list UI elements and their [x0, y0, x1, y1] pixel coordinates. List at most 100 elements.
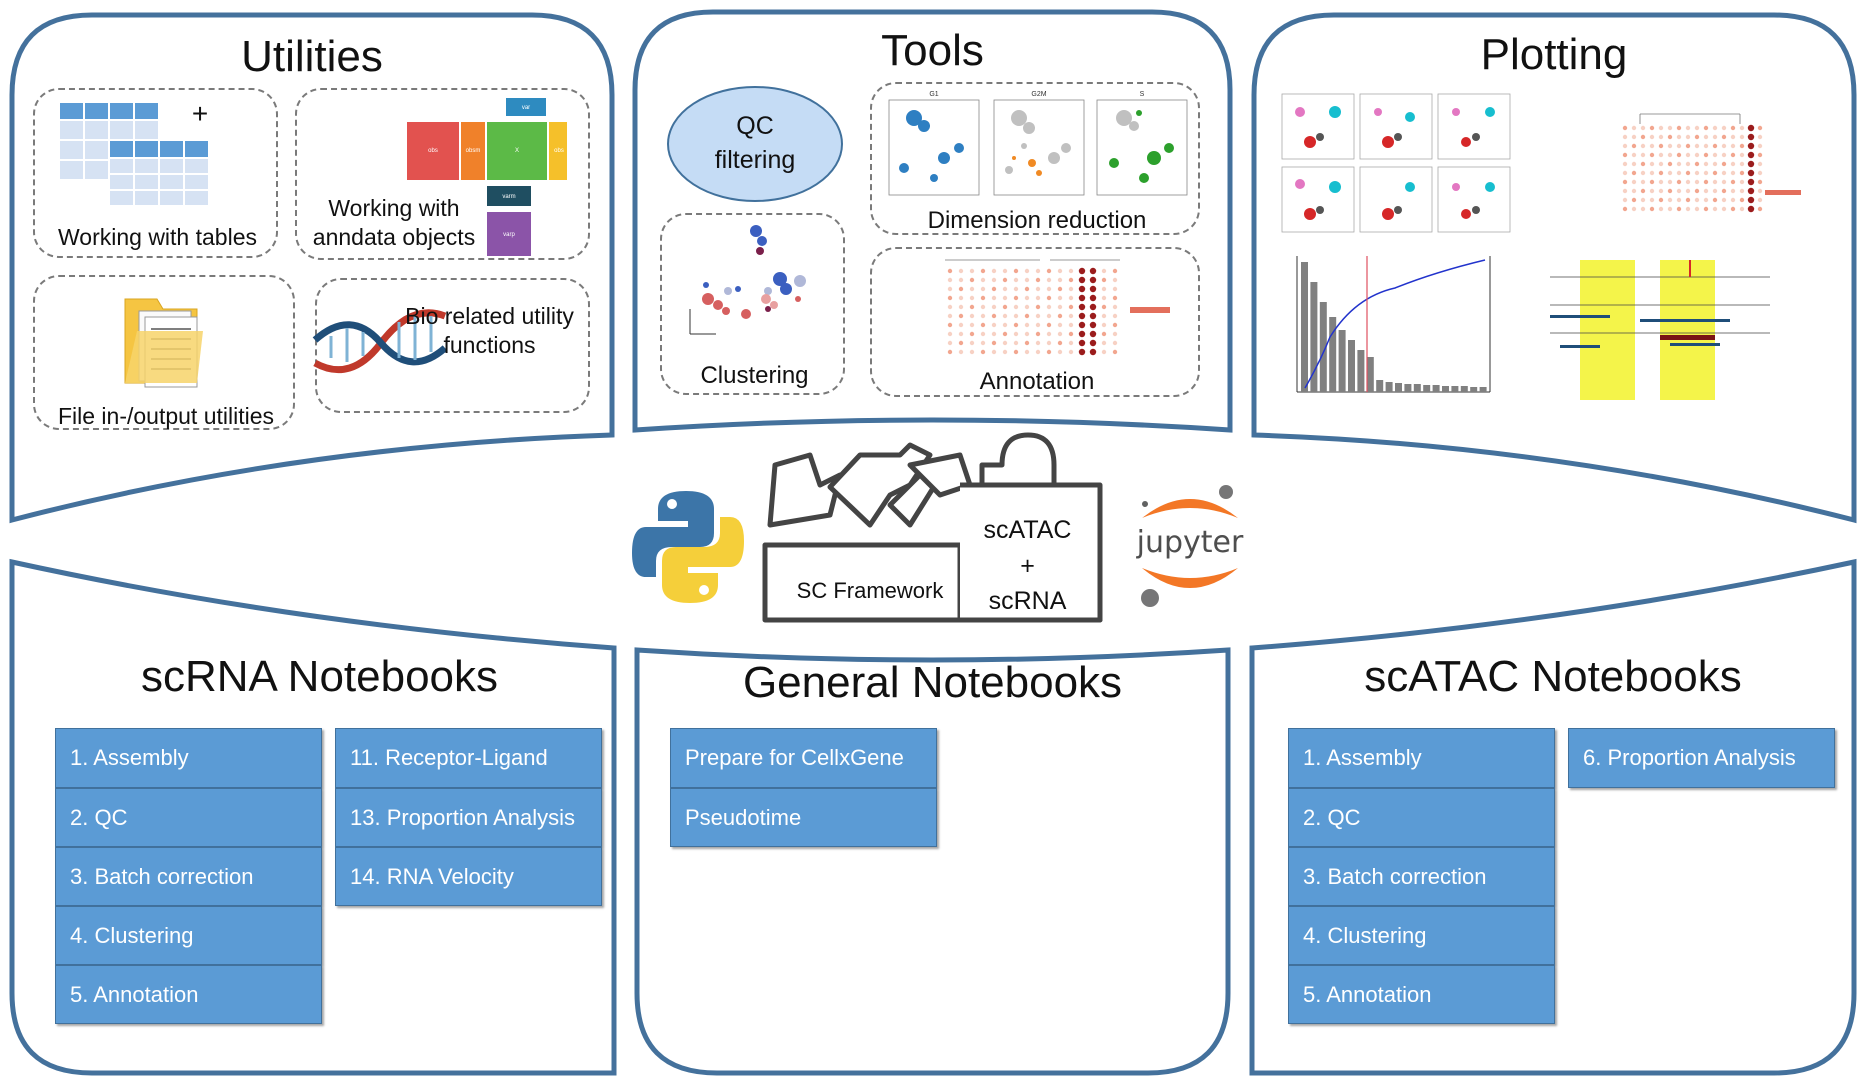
utility-tables-box[interactable]: + Working with tables	[33, 88, 278, 258]
dotplot-dot	[1649, 179, 1655, 185]
block-obsm: obsm	[466, 148, 481, 154]
dotplot-dot	[947, 313, 953, 319]
dotplot-dot	[1676, 125, 1682, 131]
tool-annotation-box[interactable]: Annotation	[870, 247, 1200, 397]
scrna-notebook-13[interactable]: 13. Proportion Analysis	[335, 788, 602, 847]
dotplot-dot	[1078, 330, 1086, 338]
dotplot-dot	[1649, 161, 1655, 167]
dotplot-dot	[1631, 134, 1637, 140]
utility-bio-label: Bio related utility functions	[405, 303, 574, 358]
dotplot-dot	[1112, 268, 1118, 274]
panel-label-g1: G1	[929, 91, 938, 98]
tool-dimension-reduction-box[interactable]: G1 G2M S Dimension reduction	[870, 82, 1200, 235]
dotplot-dot	[1757, 170, 1763, 176]
dotplot-dot	[1694, 179, 1700, 185]
dotplot-dot	[1078, 339, 1086, 347]
dotplot-dot	[1035, 340, 1041, 346]
dotplot-dot	[1112, 349, 1118, 355]
dotplot-dot	[1757, 197, 1763, 203]
scrna-notebook-4[interactable]: 4. Clustering	[55, 906, 322, 965]
dotplot-dot	[1631, 161, 1637, 167]
dotplot-dot	[980, 322, 986, 328]
general-notebook-pseudotime[interactable]: Pseudotime	[670, 788, 937, 847]
dotplot-dot	[1747, 151, 1755, 159]
scrna-notebook-11[interactable]: 11. Receptor-Ligand	[335, 728, 602, 788]
dotplot-dot	[1078, 303, 1086, 311]
scrna-notebook-14[interactable]: 14. RNA Velocity	[335, 847, 602, 906]
dotplot-dot	[1101, 286, 1107, 292]
variance-bar	[1301, 262, 1308, 392]
scatac-notebook-6[interactable]: 6. Proportion Analysis	[1568, 728, 1835, 788]
dotplot-dot	[1631, 179, 1637, 185]
tools-title: Tools	[881, 26, 984, 75]
dotplot-dot	[1068, 313, 1074, 319]
dotplot-dot	[1694, 143, 1700, 149]
dotplot-dot	[1057, 286, 1063, 292]
plotting-umap-grid	[1281, 93, 1511, 233]
scatac-notebook-5[interactable]: 5. Annotation	[1288, 965, 1555, 1024]
dotplot-dot	[1712, 170, 1718, 176]
scatac-notebook-4[interactable]: 4. Clustering	[1288, 906, 1555, 965]
scatac-notebook-3[interactable]: 3. Batch correction	[1288, 847, 1555, 906]
dotplot-dot	[1730, 134, 1736, 140]
dotplot-dot	[1013, 331, 1019, 337]
dotplot-dot	[958, 286, 964, 292]
dotplot-dot	[1068, 322, 1074, 328]
dotplot-dot	[1057, 349, 1063, 355]
dotplot-dot	[991, 295, 997, 301]
dotplot-dot	[1024, 304, 1030, 310]
dotplot-dot	[1046, 340, 1052, 346]
dotplot-dot	[1078, 348, 1086, 356]
plotting-dotplot	[1622, 113, 1801, 213]
tool-clustering-label: Clustering	[700, 362, 809, 389]
scatac-notebook-1[interactable]: 1. Assembly	[1288, 728, 1555, 788]
scrna-notebook-1[interactable]: 1. Assembly	[55, 728, 322, 788]
dotplot-dot	[1046, 349, 1052, 355]
utility-bio-box[interactable]: Bio related utility functions	[312, 278, 590, 413]
dotplot-dot	[1035, 295, 1041, 301]
scatac-notebook-2[interactable]: 2. QC	[1288, 788, 1555, 847]
dotplot-dot	[1640, 134, 1646, 140]
dotplot-dot	[1046, 313, 1052, 319]
scrna-notebook-2[interactable]: 2. QC	[55, 788, 322, 847]
dotplot-dot	[1703, 134, 1709, 140]
dotplot-dot	[1739, 143, 1745, 149]
variance-bar	[1451, 386, 1459, 392]
dotplot-dot	[1013, 304, 1019, 310]
dotplot-dot	[1712, 161, 1718, 167]
dotplot-dot	[1089, 321, 1097, 329]
dotplot-dot	[1649, 188, 1655, 194]
scrna-notebook-3[interactable]: 3. Batch correction	[55, 847, 322, 906]
dotplot-dot	[1640, 179, 1646, 185]
variance-bar	[1357, 350, 1365, 392]
dotplot-dot	[980, 340, 986, 346]
scatac-title: scATAC Notebooks	[1364, 652, 1742, 701]
jupyter-logo-icon: jupyter	[1136, 485, 1244, 607]
dotplot-dot	[1658, 197, 1664, 203]
utility-anndata-label: Working with anndata objects	[312, 195, 476, 250]
tool-clustering-box[interactable]: Clustering	[660, 213, 845, 395]
general-notebook-cellxgene[interactable]: Prepare for CellxGene	[670, 728, 937, 788]
dotplot-dot	[1640, 206, 1646, 212]
dotplot-dot	[1013, 295, 1019, 301]
dotplot-dot	[1622, 125, 1628, 131]
dotplot-dot	[1622, 152, 1628, 158]
utility-file-io-box[interactable]: File in-/output utilities	[33, 275, 295, 430]
scrna-notebook-5[interactable]: 5. Annotation	[55, 965, 322, 1024]
dotplot-dot	[1002, 277, 1008, 283]
dotplot-dot	[1649, 143, 1655, 149]
dotplot-dot	[1002, 322, 1008, 328]
dotplot-dot	[1068, 277, 1074, 283]
dotplot-dot	[1739, 197, 1745, 203]
scrna-title: scRNA Notebooks	[140, 652, 499, 701]
dotplot-dot	[1101, 349, 1107, 355]
dotplot-dot	[1622, 179, 1628, 185]
dotplot-dot	[1089, 276, 1097, 284]
dotplot-dot	[958, 277, 964, 283]
dotplot-dot	[1676, 179, 1682, 185]
utility-anndata-box[interactable]: var obs obsm X obs varm varp Working wit…	[295, 88, 590, 260]
plotting-variance-chart	[1296, 256, 1491, 393]
dotplot-dot	[1694, 197, 1700, 203]
dotplot-dot	[1089, 285, 1097, 293]
dotplot-dot	[1078, 294, 1086, 302]
